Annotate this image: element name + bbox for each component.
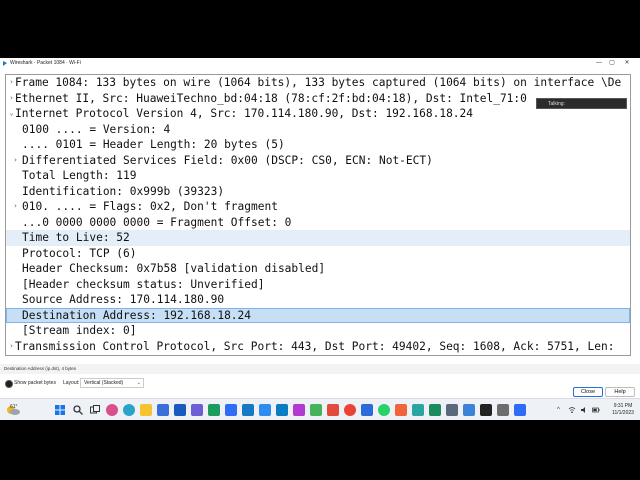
expand-chevron-icon[interactable]: › (11, 199, 20, 215)
windows-start-icon[interactable] (54, 404, 66, 416)
tree-row-checksum-status[interactable]: [Header checksum status: Unverified] (6, 277, 630, 293)
maximize-button[interactable]: ▢ (607, 59, 617, 68)
close-window-button[interactable]: ✕ (622, 59, 632, 68)
talking-label: Talking: (548, 101, 565, 107)
app-icon[interactable] (514, 404, 526, 416)
app-icon[interactable] (463, 404, 475, 416)
zoom-icon[interactable] (225, 404, 237, 416)
dialog-options-bar: Show packet bytes Layout: Vertical (Stac… (0, 374, 640, 398)
tree-row-flags[interactable]: › 010. .... = Flags: 0x2, Don't fragment (6, 199, 630, 215)
tree-row-fragment-offset[interactable]: ...0 0000 0000 0000 = Fragment Offset: 0 (6, 215, 630, 231)
app-icon[interactable] (497, 404, 509, 416)
teams-icon[interactable] (191, 404, 203, 416)
packet-details-tree[interactable]: › Frame 1084: 133 bytes on wire (1064 bi… (5, 74, 631, 356)
tree-row-source-address[interactable]: Source Address: 170.114.180.90 (6, 292, 630, 308)
tree-row-label: [Header checksum status: Unverified] (22, 277, 265, 291)
search-icon[interactable] (72, 404, 84, 416)
tree-row-ttl[interactable]: Time to Live: 52 (6, 230, 630, 246)
tree-row-label: [Stream index: 0] (22, 324, 137, 337)
tree-row-stream-index[interactable]: [Stream index: 0] (6, 323, 630, 339)
show-packet-bytes-label[interactable]: Show packet bytes (14, 379, 56, 388)
app-icon[interactable] (293, 404, 305, 416)
app-icon[interactable] (327, 404, 339, 416)
tree-row-checksum[interactable]: Header Checksum: 0x7b58 [validation disa… (6, 261, 630, 277)
tree-row-label: Header Checksum: 0x7b58 [validation disa… (22, 262, 326, 275)
tree-row-label: Total Length: 119 (22, 169, 137, 182)
packet-dialog-window: Wireshark · Packet 1084 · Wi-Fi — ▢ ✕ › … (0, 58, 640, 398)
show-packet-bytes-checkbox[interactable] (5, 380, 13, 388)
clock-date[interactable]: 11/1/2023 (610, 410, 636, 417)
excel-icon[interactable] (208, 404, 220, 416)
tree-row-label: Ethernet II, Src: HuaweiTechno_bd:04:18 … (15, 91, 527, 105)
app-icon[interactable] (446, 404, 458, 416)
battery-icon[interactable] (592, 406, 600, 414)
tree-row-label: Frame 1084: 133 bytes on wire (1064 bits… (15, 76, 622, 89)
expand-chevron-icon[interactable]: › (11, 153, 20, 169)
tree-row-label: Destination Address: 192.168.18.24 (22, 308, 252, 322)
word-icon[interactable] (174, 404, 186, 416)
tree-row-label: 010. .... = Flags: 0x2, Don't fragment (22, 200, 278, 213)
edge-icon[interactable] (123, 404, 135, 416)
windows-taskbar: 61° ^ 9:31 PM 11/1/2023 (0, 398, 640, 420)
tree-row-dsfield[interactable]: › Differentiated Services Field: 0x00 (D… (6, 153, 630, 169)
tree-row-tcp[interactable]: › Transmission Control Protocol, Src Por… (6, 339, 630, 355)
tree-row-label: Source Address: 170.114.180.90 (22, 293, 225, 306)
app-icon[interactable] (361, 404, 373, 416)
status-text: Destination Address (ip.dst), 4 bytes (4, 366, 77, 371)
tree-row-label: Internet Protocol Version 4, Src: 170.11… (15, 107, 474, 120)
tree-row-label: 0100 .... = Version: 4 (22, 122, 171, 136)
wifi-icon[interactable] (568, 406, 576, 414)
talking-indicator-popup: Talking: (536, 98, 627, 109)
tree-row-label: Identification: 0x999b (39323) (22, 184, 225, 198)
wireshark-icon[interactable] (242, 404, 254, 416)
window-title: Wireshark · Packet 1084 · Wi-Fi (10, 60, 81, 66)
app-icon[interactable] (412, 404, 424, 416)
layout-label: Layout: (63, 380, 80, 386)
app-icon[interactable] (395, 404, 407, 416)
copilot-icon[interactable] (106, 404, 118, 416)
weather-temperature: 61° (10, 404, 18, 410)
layout-select-value: Vertical (Stacked) (84, 380, 124, 386)
tree-row-protocol[interactable]: Protocol: TCP (6) (6, 246, 630, 262)
whatsapp-icon[interactable] (378, 404, 390, 416)
status-bar: Destination Address (ip.dst), 4 bytes (0, 364, 640, 374)
tree-row-identification[interactable]: Identification: 0x999b (39323) (6, 184, 630, 200)
chevron-down-icon: ⌄ (136, 380, 141, 386)
mail-icon[interactable] (276, 404, 288, 416)
tree-row-version[interactable]: 0100 .... = Version: 4 (6, 122, 630, 138)
terminal-icon[interactable] (480, 404, 492, 416)
store-icon[interactable] (157, 404, 169, 416)
tree-row-label: Time to Live: 52 (22, 231, 130, 244)
title-bar: Wireshark · Packet 1084 · Wi-Fi — ▢ ✕ (0, 58, 640, 70)
tree-row-label: .... 0101 = Header Length: 20 bytes (5) (22, 138, 285, 151)
tray-overflow-chevron-icon[interactable]: ^ (557, 405, 560, 415)
close-button[interactable]: Close (573, 387, 603, 397)
tree-row-label: Differentiated Services Field: 0x00 (DSC… (22, 153, 433, 167)
layout-select[interactable]: Vertical (Stacked) ⌄ (80, 378, 144, 388)
tree-row-total-length[interactable]: Total Length: 119 (6, 168, 630, 184)
help-button[interactable]: Help (605, 387, 635, 397)
app-icon[interactable] (429, 404, 441, 416)
tree-row-label: Protocol: TCP (6) (22, 246, 137, 260)
volume-icon[interactable] (580, 406, 588, 414)
chrome-icon[interactable] (344, 404, 356, 416)
file-explorer-icon[interactable] (140, 404, 152, 416)
tree-row-label: Transmission Control Protocol, Src Port:… (15, 339, 615, 353)
minimize-button[interactable]: — (594, 59, 604, 68)
clock-time[interactable]: 9:31 PM (610, 403, 636, 410)
task-view-icon[interactable] (89, 404, 101, 416)
tree-row-frame[interactable]: › Frame 1084: 133 bytes on wire (1064 bi… (6, 75, 630, 91)
wireshark-fin-icon (3, 61, 7, 66)
tree-row-label: ...0 0000 0000 0000 = Fragment Offset: 0 (22, 215, 292, 229)
photos-icon[interactable] (259, 404, 271, 416)
app-icon[interactable] (310, 404, 322, 416)
tree-row-header-length[interactable]: .... 0101 = Header Length: 20 bytes (5) (6, 137, 630, 153)
tree-row-destination-address[interactable]: Destination Address: 192.168.18.24 (6, 307, 630, 323)
